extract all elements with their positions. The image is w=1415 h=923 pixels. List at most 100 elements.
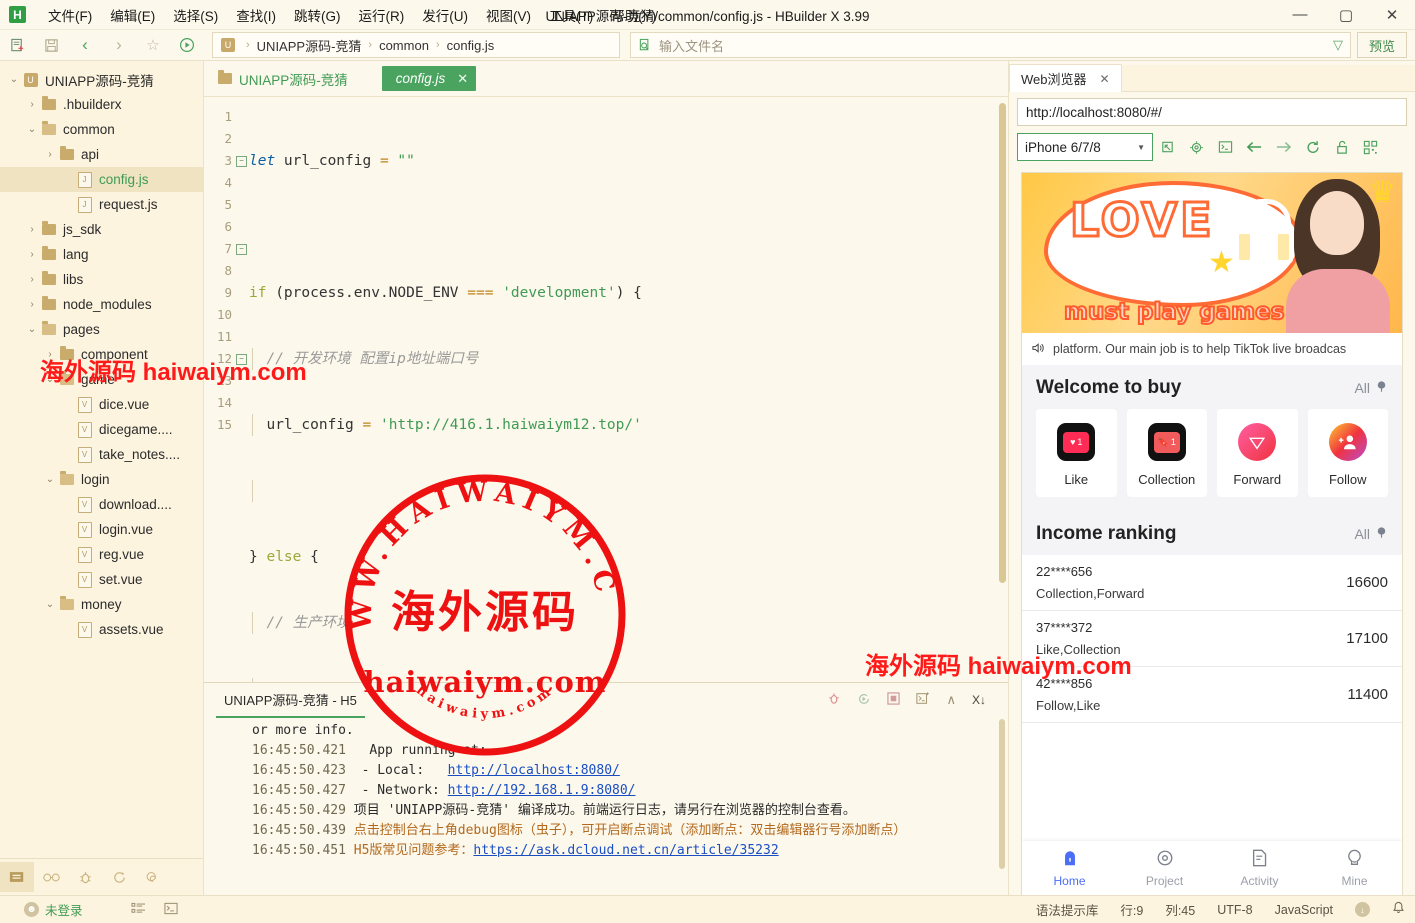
resize-icon[interactable] [1153, 134, 1182, 160]
chevron-icon[interactable]: › [24, 224, 40, 235]
close-button[interactable]: ✕ [1369, 0, 1415, 29]
breadcrumb-project[interactable]: UNIAPP源码-竞猜 [257, 36, 362, 55]
line-number[interactable]: 12 [204, 348, 236, 370]
line-number[interactable]: 13 [204, 370, 236, 392]
preview-button[interactable]: 预览 [1357, 32, 1407, 58]
tabbar-item-project[interactable]: Project [1117, 849, 1212, 888]
debug-bug-icon[interactable] [827, 691, 841, 709]
action-card-like[interactable]: ♥1Like [1036, 409, 1117, 497]
menu-publish[interactable]: 发行(U) [413, 2, 477, 28]
status-line[interactable]: 行:9 [1120, 900, 1143, 919]
console-scrollbar[interactable] [999, 719, 1005, 869]
tree-item-component[interactable]: ›component [0, 342, 203, 367]
tree-item-reg.vue[interactable]: Vreg.vue [0, 542, 203, 567]
chevron-icon[interactable]: › [24, 99, 40, 110]
chevron-icon[interactable]: › [24, 274, 40, 285]
tree-item-game[interactable]: ⌄game [0, 367, 203, 392]
console-link[interactable]: http://192.168.1.9:8080/ [448, 783, 636, 798]
tree-item-set.vue[interactable]: Vset.vue [0, 567, 203, 592]
file-tree[interactable]: ⌄UUNIAPP源码-竞猜›.hbuilderx⌄common›apiJconf… [0, 61, 203, 858]
nav-forward-icon[interactable]: › [102, 31, 136, 59]
tree-item-pages[interactable]: ⌄pages [0, 317, 203, 342]
console-link[interactable]: https://ask.dcloud.net.cn/article/35232 [473, 843, 778, 858]
nav-back-icon[interactable]: ‹ [68, 31, 102, 59]
ranking-row[interactable]: 22****656Collection,Forward16600 [1022, 555, 1402, 611]
line-number[interactable]: 9 [204, 282, 236, 304]
browser-reload-icon[interactable] [1298, 134, 1327, 160]
editor-tab-close-icon[interactable]: ✕ [457, 71, 468, 87]
chevron-icon[interactable]: › [42, 149, 58, 160]
chevron-icon[interactable]: › [42, 349, 58, 360]
chevron-icon[interactable]: ⌄ [42, 374, 58, 385]
action-card-follow[interactable]: Follow [1308, 409, 1389, 497]
console-link[interactable]: http://localhost:8080/ [448, 763, 620, 778]
lock-icon[interactable] [1327, 134, 1356, 160]
status-syntax-lib[interactable]: 语法提示库 [1036, 900, 1099, 919]
tabbar-item-activity[interactable]: Activity [1212, 849, 1307, 888]
line-number[interactable]: 8 [204, 260, 236, 282]
menu-file[interactable]: 文件(F) [39, 2, 101, 28]
bookmark-star-icon[interactable]: ☆ [136, 31, 170, 59]
filter-icon[interactable]: ▽ [1333, 37, 1343, 53]
menu-goto[interactable]: 跳转(G) [285, 2, 350, 28]
line-number[interactable]: 15 [204, 414, 236, 436]
tree-item-dicegame....[interactable]: Vdicegame.... [0, 417, 203, 442]
fold-toggle-icon[interactable]: − [236, 238, 249, 260]
status-column[interactable]: 列:45 [1165, 900, 1195, 919]
menu-run[interactable]: 运行(R) [350, 2, 414, 28]
tree-item-libs[interactable]: ›libs [0, 267, 203, 292]
menu-help[interactable]: 帮助(Y) [602, 2, 665, 28]
outline-icon[interactable] [131, 902, 146, 918]
sidebar-tab-explorer[interactable] [0, 862, 34, 892]
browser-back-icon[interactable] [1240, 134, 1269, 160]
device-select[interactable]: iPhone 6/7/8 ▼ [1017, 133, 1153, 161]
status-encoding[interactable]: UTF-8 [1217, 903, 1252, 917]
menu-edit[interactable]: 编辑(E) [101, 2, 164, 28]
status-terminal-icon[interactable] [164, 902, 178, 918]
tree-item-uniapp[interactable]: ⌄UUNIAPP源码-竞猜 [0, 67, 203, 92]
download-icon[interactable]: ↓ [1355, 902, 1370, 917]
line-number[interactable]: 1 [204, 106, 236, 128]
welcome-all-link[interactable]: All [1354, 380, 1388, 396]
menu-view[interactable]: 视图(V) [477, 2, 540, 28]
maximize-button[interactable]: ▢ [1323, 0, 1369, 29]
sidebar-tab-search[interactable] [34, 862, 68, 892]
rerun-icon[interactable] [857, 692, 871, 709]
run-icon[interactable] [170, 31, 204, 59]
ranking-all-link[interactable]: All [1354, 526, 1388, 542]
chevron-icon[interactable]: › [24, 249, 40, 260]
save-icon[interactable] [34, 31, 68, 59]
breadcrumb[interactable]: U › UNIAPP源码-竞猜 › common › config.js [212, 32, 620, 58]
ranking-row[interactable]: 42****856Follow,Like11400 [1022, 667, 1402, 723]
tabbar-item-home[interactable]: Home [1022, 849, 1117, 888]
sidebar-tab-git[interactable] [102, 862, 136, 892]
menu-find[interactable]: 查找(I) [227, 2, 285, 28]
menu-select[interactable]: 选择(S) [164, 2, 227, 28]
tree-item-login.vue[interactable]: Vlogin.vue [0, 517, 203, 542]
stop-icon[interactable] [887, 692, 900, 708]
sidebar-tab-cloud[interactable] [136, 862, 170, 892]
promo-banner[interactable]: LOVE ★ must play games ♛ [1022, 173, 1402, 333]
chevron-icon[interactable]: ⌄ [42, 599, 58, 610]
status-language[interactable]: JavaScript [1275, 903, 1333, 917]
fold-toggle-icon[interactable]: − [236, 348, 249, 370]
browser-url-input[interactable]: http://localhost:8080/#/ [1017, 98, 1407, 126]
console-output[interactable]: or more info.16:45:50.421 App running at… [204, 717, 1008, 895]
tree-item-request.js[interactable]: Jrequest.js [0, 192, 203, 217]
tabbar-item-mine[interactable]: Mine [1307, 849, 1402, 888]
action-card-forward[interactable]: Forward [1217, 409, 1298, 497]
tree-item-money[interactable]: ⌄money [0, 592, 203, 617]
sort-icon[interactable]: X↓ [972, 693, 986, 707]
breadcrumb-folder[interactable]: common [379, 38, 429, 53]
file-search-input[interactable]: 输入文件名 ▽ [630, 32, 1351, 58]
code-editor[interactable]: 123456789101112131415 −−− let url_config… [204, 97, 1008, 682]
chevron-icon[interactable]: › [24, 299, 40, 310]
line-number[interactable]: 14 [204, 392, 236, 414]
minimize-button[interactable]: — [1277, 0, 1323, 29]
tree-item-config.js[interactable]: Jconfig.js [0, 167, 203, 192]
line-number[interactable]: 7 [204, 238, 236, 260]
code-content[interactable]: let url_config = "" if (process.env.NODE… [249, 97, 1008, 682]
tree-item-download....[interactable]: Vdownload.... [0, 492, 203, 517]
settings-gear-icon[interactable] [1182, 134, 1211, 160]
tree-item-dice.vue[interactable]: Vdice.vue [0, 392, 203, 417]
